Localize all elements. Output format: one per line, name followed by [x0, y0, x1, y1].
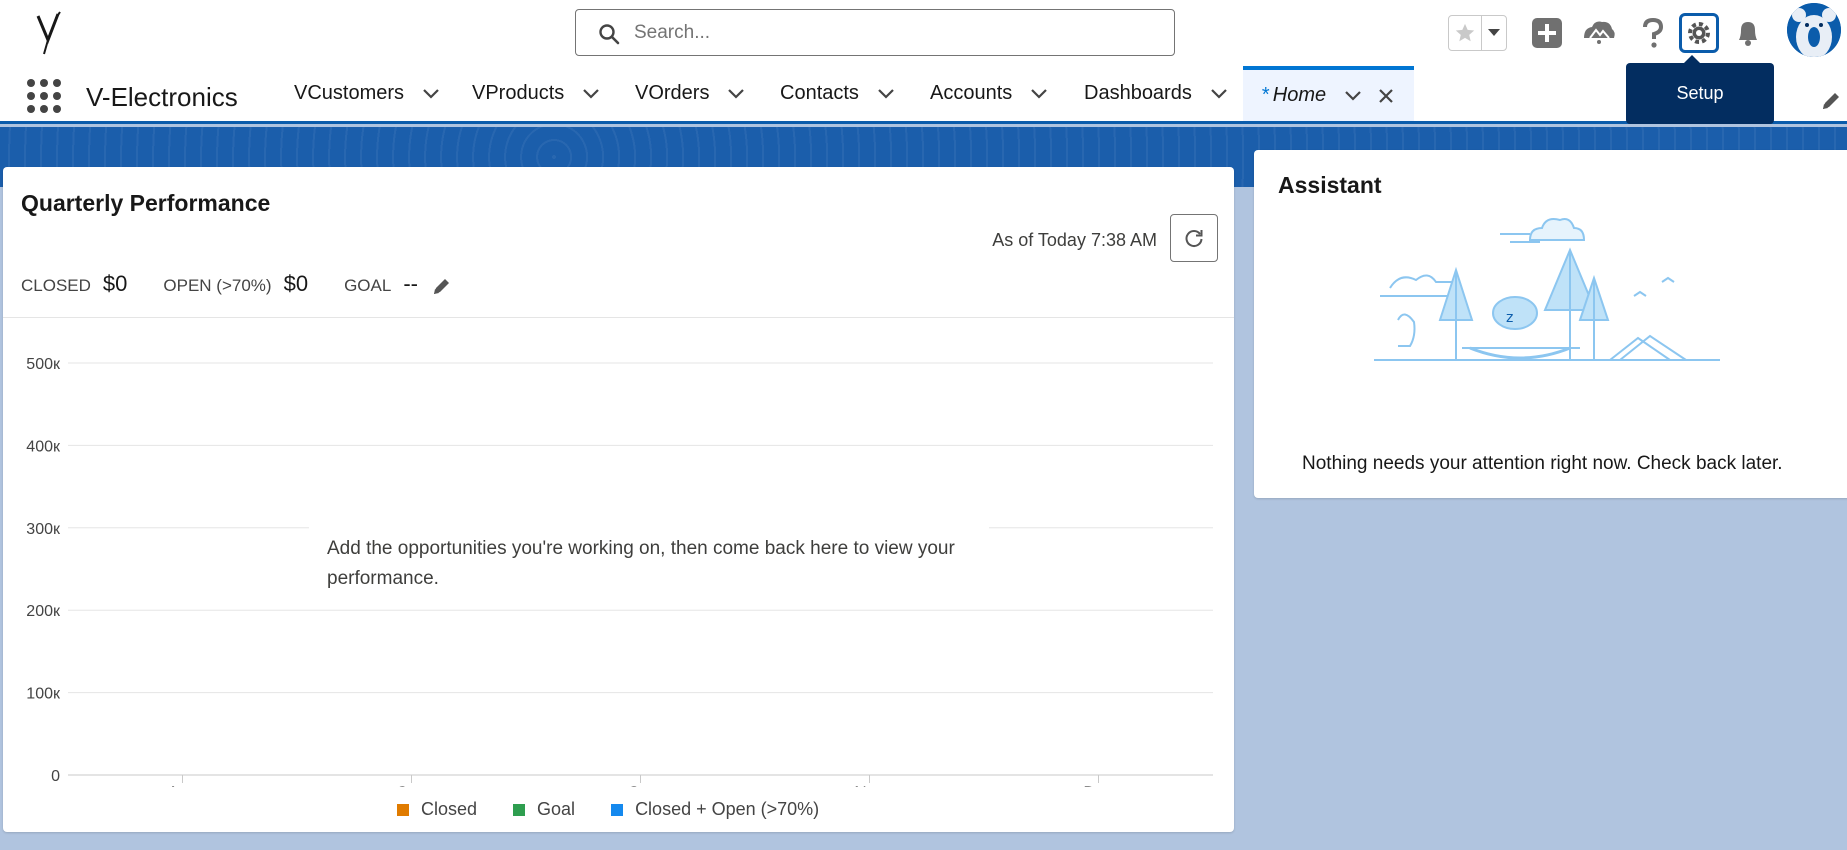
empty-state-message: Add the opportunities you're working on,… [309, 522, 989, 606]
help-icon[interactable] [1633, 13, 1673, 53]
y-tick-label: 200к [26, 603, 61, 620]
favorites-dropdown-icon[interactable] [1482, 16, 1506, 50]
favorites-group [1448, 15, 1507, 51]
refresh-icon [1185, 230, 1203, 248]
legend-label: Goal [537, 799, 576, 819]
chevron-down-icon[interactable] [727, 85, 745, 103]
card-title: Assistant [1278, 172, 1382, 198]
close-tab-icon[interactable] [1378, 87, 1396, 105]
legend-item-goal[interactable]: Goal [513, 799, 575, 820]
svg-text:z: z [1506, 310, 1513, 326]
setup-tooltip: Setup [1626, 55, 1774, 124]
assistant-empty-message: Nothing needs your attention right now. … [1302, 453, 1783, 474]
nav-item-vorders[interactable]: VOrders [635, 66, 745, 121]
nav-item-label: VOrders [635, 82, 710, 104]
refresh-button[interactable] [1170, 214, 1218, 262]
edit-goal-pencil-icon[interactable] [432, 276, 452, 296]
nav-item-dashboards[interactable]: Dashboards [1084, 66, 1228, 121]
legend-label: Closed [421, 799, 478, 819]
chevron-down-icon[interactable] [1030, 85, 1048, 103]
nav-item-label: VCustomers [294, 82, 405, 104]
legend-item-closed-open[interactable]: Closed + Open (>70%) [611, 799, 819, 820]
tab-home-label: * Home [1261, 84, 1327, 106]
quarterly-performance-card: Quarterly Performance As of Today 7:38 A… [3, 167, 1234, 832]
as-of-timestamp: As of Today 7:38 AM [992, 230, 1157, 250]
chart-legend: Closed Goal Closed + Open (>70%) [397, 799, 855, 820]
nav-item-label: Contacts [780, 82, 859, 104]
setup-gear-icon[interactable] [1679, 13, 1719, 53]
search-icon [599, 24, 620, 45]
goal-value: -- [403, 271, 418, 296]
user-avatar[interactable] [1787, 3, 1841, 57]
sleeping-hammock-illustration: z [1374, 218, 1720, 361]
org-logo-icon[interactable] [34, 10, 68, 58]
add-icon[interactable] [1527, 13, 1567, 53]
search-input[interactable] [634, 18, 1154, 48]
legend-swatch [513, 803, 526, 816]
y-tick-label: 400к [26, 438, 61, 455]
nav-item-contacts[interactable]: Contacts [780, 66, 895, 121]
app-name: V-Electronics [86, 82, 238, 112]
notifications-bell-icon[interactable] [1728, 13, 1768, 53]
legend-item-closed[interactable]: Closed [397, 799, 477, 820]
nav-item-accounts[interactable]: Accounts [930, 66, 1048, 121]
favorites-star-icon[interactable] [1449, 16, 1482, 50]
legend-swatch [397, 803, 409, 816]
nav-item-label: Accounts [930, 82, 1013, 104]
nav-item-vproducts[interactable]: VProducts [472, 66, 600, 121]
assistant-card: Assistant z Nothing needs your attention… [1254, 150, 1847, 498]
tab-home[interactable]: * Home [1243, 66, 1415, 121]
global-search[interactable] [575, 9, 1175, 56]
x-tick-label: Oct [627, 783, 654, 787]
trailhead-icon[interactable] [1579, 13, 1619, 53]
chevron-down-icon[interactable] [422, 85, 440, 103]
app-launcher-icon[interactable] [27, 79, 61, 113]
x-tick-label: Dec [1083, 783, 1114, 787]
legend-label: Closed + Open (>70%) [635, 799, 820, 819]
legend-swatch [611, 803, 624, 816]
edit-nav-pencil-icon[interactable] [1820, 90, 1842, 112]
global-header [0, 0, 1847, 66]
nav-item-label: Dashboards [1084, 82, 1192, 104]
x-tick-label: Sep [396, 783, 426, 787]
goal-label: GOAL [344, 276, 392, 295]
chevron-down-icon[interactable] [1210, 85, 1228, 103]
nav-item-vcustomers[interactable]: VCustomers [294, 66, 440, 121]
performance-metrics: CLOSED $0 OPEN (>70%) $0 GOAL -- [21, 271, 452, 301]
x-tick-label: Aug [167, 783, 197, 787]
card-title: Quarterly Performance [21, 190, 271, 216]
closed-label: CLOSED [21, 276, 91, 295]
open-label: OPEN (>70%) [163, 276, 272, 295]
open-value: $0 [283, 271, 309, 296]
x-tick-label: Nov [854, 783, 885, 787]
y-tick-label: 0 [51, 768, 60, 785]
app-nav-bar: V-Electronics VCustomers VProducts VOrde… [0, 66, 1847, 124]
nav-item-label: VProducts [472, 82, 565, 104]
y-tick-label: 500к [26, 356, 61, 373]
closed-value: $0 [102, 271, 128, 296]
y-tick-label: 300к [26, 521, 61, 538]
chevron-down-icon[interactable] [582, 85, 600, 103]
chevron-down-icon[interactable] [1344, 87, 1362, 105]
y-tick-label: 100к [26, 686, 61, 703]
tooltip-text: Setup [1676, 83, 1724, 103]
chevron-down-icon[interactable] [877, 85, 895, 103]
